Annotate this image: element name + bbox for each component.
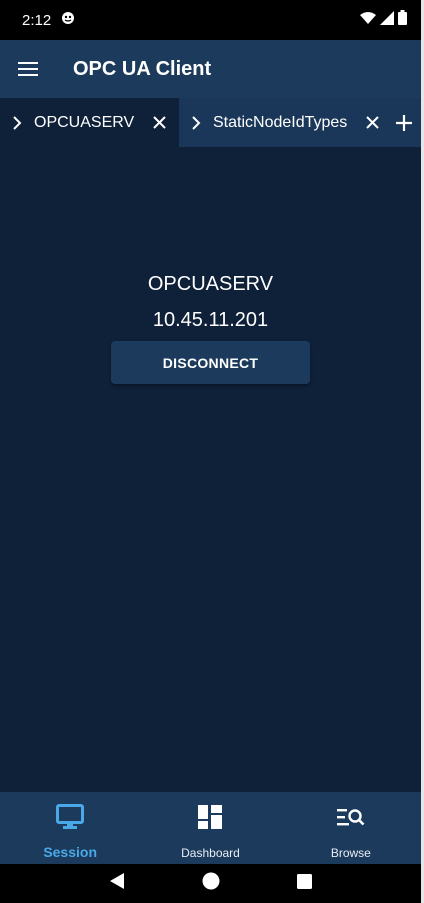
back-triangle-icon bbox=[109, 873, 124, 889]
tab-label: OPCUASERV bbox=[34, 113, 135, 131]
app-title: OPC UA Client bbox=[73, 57, 212, 80]
nav-item-browse[interactable]: Browse bbox=[281, 792, 421, 864]
recents-button[interactable] bbox=[297, 873, 313, 894]
close-icon bbox=[152, 116, 166, 129]
monitor-icon bbox=[56, 802, 85, 832]
status-bar: 2:12 bbox=[0, 0, 421, 40]
tab-close-button[interactable] bbox=[357, 98, 387, 147]
tab-opcuaserv[interactable]: OPCUASERV bbox=[0, 98, 179, 147]
menu-button[interactable] bbox=[0, 40, 56, 98]
home-circle-icon bbox=[202, 872, 220, 890]
app-bar: OPC UA Client bbox=[0, 40, 421, 98]
signal-icon bbox=[380, 10, 394, 30]
close-icon bbox=[365, 116, 379, 129]
tab-label: StaticNodeIdTypes bbox=[213, 113, 348, 131]
browse-search-icon bbox=[336, 802, 365, 832]
notification-icon bbox=[61, 11, 75, 30]
nav-item-dashboard[interactable]: Dashboard bbox=[140, 792, 280, 864]
nav-label: Dashboard bbox=[181, 846, 240, 860]
home-button[interactable] bbox=[202, 872, 220, 895]
bottom-navigation: Session Dashboard Browse bbox=[0, 792, 421, 864]
status-time: 2:12 bbox=[22, 11, 52, 29]
recents-square-icon bbox=[297, 873, 313, 889]
nav-item-session[interactable]: Session bbox=[0, 792, 140, 864]
disconnect-button[interactable]: DISCONNECT bbox=[111, 341, 310, 384]
nav-label: Session bbox=[43, 844, 98, 860]
session-tabs: OPCUASERV StaticNodeIdTypes bbox=[0, 98, 421, 147]
server-address: 10.45.11.201 bbox=[152, 309, 269, 331]
plus-icon bbox=[396, 114, 412, 131]
chevron-right-icon bbox=[0, 115, 34, 130]
tab-close-button[interactable] bbox=[139, 98, 179, 147]
battery-icon bbox=[398, 10, 407, 30]
add-tab-button[interactable] bbox=[387, 98, 421, 147]
nav-label: Browse bbox=[330, 846, 371, 860]
system-navigation-bar bbox=[0, 864, 421, 903]
back-button[interactable] bbox=[109, 873, 125, 894]
dashboard-icon bbox=[198, 802, 223, 832]
tab-staticnodeidtypes[interactable]: StaticNodeIdTypes bbox=[179, 98, 387, 147]
hamburger-menu-icon bbox=[18, 62, 38, 76]
session-panel: OPCUASERV 10.45.11.201 DISCONNECT bbox=[0, 147, 421, 792]
wifi-icon bbox=[360, 11, 376, 30]
server-name: OPCUASERV bbox=[147, 273, 274, 295]
chevron-right-icon bbox=[179, 115, 213, 130]
